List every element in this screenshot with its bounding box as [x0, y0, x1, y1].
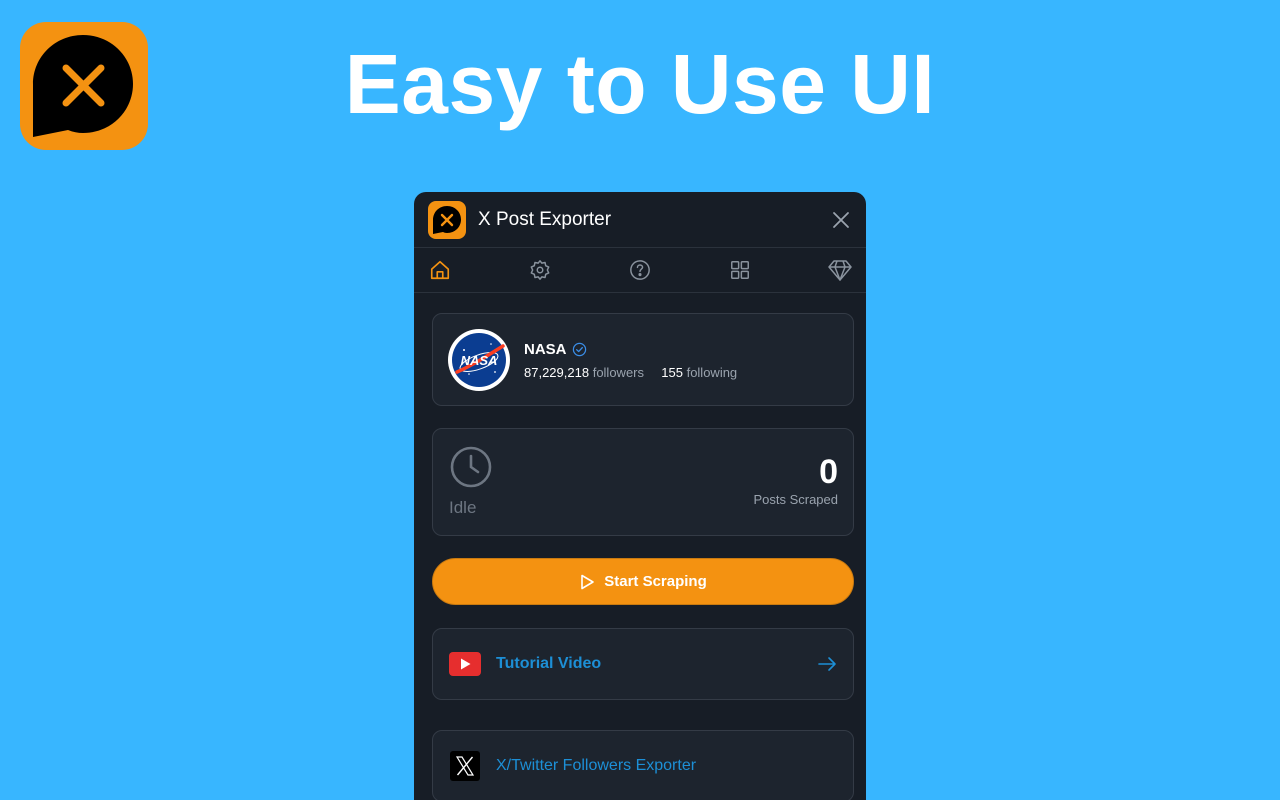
help-icon[interactable]: [628, 258, 652, 282]
tab-bar: [414, 248, 866, 293]
headline: Easy to Use UI: [344, 37, 936, 131]
close-icon[interactable]: [830, 209, 852, 231]
followers-label: followers: [592, 365, 644, 380]
popup-title: X Post Exporter: [478, 208, 612, 230]
verified-badge-icon: [572, 342, 587, 357]
play-icon: [579, 574, 595, 590]
home-icon[interactable]: [428, 258, 452, 282]
followers-count: 87,229,218: [524, 365, 590, 380]
clock-icon: [449, 445, 493, 489]
following-count: 155: [661, 365, 683, 380]
start-scraping-button[interactable]: Start Scraping: [432, 558, 854, 605]
followers-exporter-link[interactable]: X/Twitter Followers Exporter: [432, 730, 854, 800]
tutorial-video-label: Tutorial Video: [496, 655, 602, 672]
profile-name: NASA: [524, 341, 587, 358]
premium-diamond-icon[interactable]: [828, 258, 852, 282]
start-scraping-label: Start Scraping: [604, 573, 707, 590]
arrow-right-icon: [817, 654, 837, 674]
settings-icon[interactable]: [528, 258, 552, 282]
youtube-icon: [449, 652, 481, 676]
status-card: Idle 0 Posts Scraped: [432, 428, 854, 536]
extension-popup: X Post Exporter NASA NASA 87,229,218 fol…: [414, 192, 866, 800]
following-label: following: [686, 365, 738, 380]
x-logo-icon: [449, 751, 481, 781]
posts-scraped-label: Posts Scraped: [753, 492, 838, 507]
profile-card: NASA NASA 87,229,218 followers 155 follo…: [432, 313, 854, 406]
apps-grid-icon[interactable]: [728, 258, 752, 282]
app-logo-icon: [428, 200, 466, 239]
tutorial-video-link[interactable]: Tutorial Video: [432, 628, 854, 700]
avatar: NASA: [448, 329, 510, 391]
profile-stats: 87,229,218 followers 155 following: [524, 365, 737, 380]
profile-name-text: NASA: [524, 341, 567, 358]
promo-canvas: Easy to Use UI X Post Exporter NASA NASA…: [0, 0, 1280, 800]
posts-scraped-count: 0: [819, 453, 838, 491]
status-text: Idle: [449, 498, 477, 517]
popup-titlebar: X Post Exporter: [414, 192, 866, 248]
followers-exporter-label: X/Twitter Followers Exporter: [496, 757, 697, 774]
svg-text:NASA: NASA: [461, 353, 498, 368]
